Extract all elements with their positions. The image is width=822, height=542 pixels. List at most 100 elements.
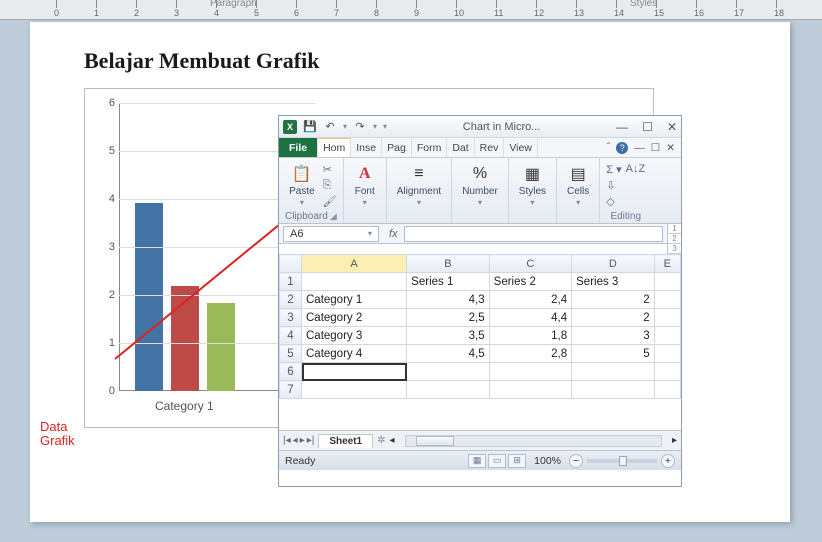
- excel-window[interactable]: X 💾 ↶ ▾ ↷ ▾ ▾ Chart in Micro... — ☐ ✕ Fi…: [278, 115, 682, 487]
- sheet-nav-next-icon[interactable]: ▸: [300, 435, 305, 446]
- zoom-level[interactable]: 100%: [534, 455, 561, 467]
- cell[interactable]: Series 2: [489, 273, 571, 291]
- cell[interactable]: [407, 381, 489, 399]
- namebox-dropdown-icon[interactable]: ▾: [368, 229, 372, 238]
- cell[interactable]: [407, 363, 489, 381]
- minimize-button[interactable]: —: [616, 120, 628, 134]
- font-button[interactable]: AFont▾: [350, 161, 380, 209]
- cell[interactable]: 1,8: [489, 327, 571, 345]
- autosum-icon[interactable]: Σ ▾: [606, 163, 621, 176]
- cell[interactable]: 2,8: [489, 345, 571, 363]
- formula-input[interactable]: [404, 226, 663, 242]
- tab-page-layout[interactable]: Pag: [382, 138, 412, 157]
- row-header[interactable]: 4: [280, 327, 302, 345]
- cell[interactable]: Category 4: [302, 345, 407, 363]
- tab-view[interactable]: View: [504, 138, 538, 157]
- redo-dropdown-icon[interactable]: ▾: [373, 122, 377, 131]
- cell[interactable]: Series 1: [407, 273, 489, 291]
- hscroll-left-icon[interactable]: ◂: [390, 435, 395, 446]
- mdi-minimize-button[interactable]: —: [634, 142, 645, 154]
- view-page-break-icon[interactable]: ⊞: [508, 454, 526, 468]
- bar-series-1[interactable]: [135, 203, 163, 391]
- undo-dropdown-icon[interactable]: ▾: [343, 122, 347, 131]
- col-header-a[interactable]: A: [302, 255, 407, 273]
- cell[interactable]: [572, 363, 654, 381]
- maximize-button[interactable]: ☐: [642, 120, 653, 134]
- zoom-in-button[interactable]: +: [661, 454, 675, 468]
- styles-button[interactable]: ▦Styles▾: [515, 161, 550, 209]
- cell[interactable]: Category 1: [302, 291, 407, 309]
- cell[interactable]: [489, 363, 571, 381]
- undo-icon[interactable]: ↶: [323, 120, 337, 134]
- row-header[interactable]: 1: [280, 273, 302, 291]
- cell[interactable]: 4,5: [407, 345, 489, 363]
- cell[interactable]: [654, 363, 680, 381]
- zoom-out-button[interactable]: −: [569, 454, 583, 468]
- cell[interactable]: 4,3: [407, 291, 489, 309]
- cell[interactable]: [654, 291, 680, 309]
- hscroll-track[interactable]: [405, 435, 662, 447]
- cell[interactable]: [302, 381, 407, 399]
- cell[interactable]: [572, 381, 654, 399]
- cell[interactable]: [489, 381, 571, 399]
- cell[interactable]: 2,5: [407, 309, 489, 327]
- cell[interactable]: Category 2: [302, 309, 407, 327]
- name-box[interactable]: A6 ▾: [283, 226, 379, 242]
- clipboard-dialog-icon[interactable]: ◢: [330, 211, 337, 222]
- cell[interactable]: [654, 345, 680, 363]
- sheet-nav-last-icon[interactable]: ▸|: [307, 435, 315, 446]
- bar-series-3[interactable]: [207, 303, 235, 391]
- app-icon[interactable]: X: [283, 120, 297, 134]
- col-header-e[interactable]: E: [654, 255, 680, 273]
- cell[interactable]: 2: [572, 309, 654, 327]
- sheet-nav-first-icon[interactable]: |◂: [283, 435, 291, 446]
- worksheet-grid[interactable]: A B C D E 1Series 1Series 2Series 32Cate…: [279, 254, 681, 430]
- tab-file[interactable]: File: [279, 138, 318, 157]
- active-cell[interactable]: [302, 363, 407, 381]
- sort-filter-icon[interactable]: A↓Z: [626, 163, 646, 175]
- titlebar[interactable]: X 💾 ↶ ▾ ↷ ▾ ▾ Chart in Micro... — ☐ ✕: [279, 116, 681, 138]
- cell[interactable]: [654, 381, 680, 399]
- cell[interactable]: 4,4: [489, 309, 571, 327]
- paste-button[interactable]: 📋 Paste ▾: [285, 161, 319, 209]
- zoom-slider[interactable]: [587, 459, 657, 463]
- tab-data[interactable]: Dat: [447, 138, 474, 157]
- new-sheet-icon[interactable]: ✲: [373, 435, 389, 446]
- col-header-c[interactable]: C: [489, 255, 571, 273]
- clear-icon[interactable]: ◇: [606, 195, 621, 208]
- bar-series-2[interactable]: [171, 286, 199, 391]
- ribbon-minimize-icon[interactable]: ˆ: [607, 142, 610, 153]
- copy-icon[interactable]: ⎘: [323, 179, 337, 192]
- help-icon[interactable]: ?: [616, 142, 628, 154]
- col-header-d[interactable]: D: [572, 255, 654, 273]
- tab-insert[interactable]: Inse: [351, 138, 382, 157]
- row-header[interactable]: 5: [280, 345, 302, 363]
- alignment-button[interactable]: ≡Alignment▾: [393, 161, 445, 209]
- view-normal-icon[interactable]: ▦: [468, 454, 486, 468]
- row-header[interactable]: 6: [280, 363, 302, 381]
- cell[interactable]: 3,5: [407, 327, 489, 345]
- format-painter-icon[interactable]: 🖌: [323, 195, 337, 208]
- cell[interactable]: 5: [572, 345, 654, 363]
- tab-home[interactable]: Hom: [318, 138, 351, 157]
- redo-icon[interactable]: ↷: [353, 120, 367, 134]
- cut-icon[interactable]: ✂: [323, 163, 337, 176]
- view-page-layout-icon[interactable]: ▭: [488, 454, 506, 468]
- fx-icon[interactable]: fx: [383, 228, 404, 240]
- cell[interactable]: [302, 273, 407, 291]
- row-header[interactable]: 7: [280, 381, 302, 399]
- col-header-b[interactable]: B: [407, 255, 489, 273]
- zoom-thumb[interactable]: [619, 456, 627, 466]
- row-header[interactable]: 2: [280, 291, 302, 309]
- fill-icon[interactable]: ⇩: [606, 179, 621, 192]
- split-handles[interactable]: 123: [667, 224, 681, 254]
- sheet-tab[interactable]: Sheet1: [318, 434, 373, 448]
- tab-review[interactable]: Rev: [475, 138, 505, 157]
- row-header[interactable]: 3: [280, 309, 302, 327]
- cell[interactable]: 3: [572, 327, 654, 345]
- close-button[interactable]: ✕: [667, 120, 677, 134]
- column-headers[interactable]: A B C D E: [280, 255, 681, 273]
- cell[interactable]: 2: [572, 291, 654, 309]
- hscroll-right-icon[interactable]: ▸: [672, 435, 677, 446]
- cell[interactable]: Series 3: [572, 273, 654, 291]
